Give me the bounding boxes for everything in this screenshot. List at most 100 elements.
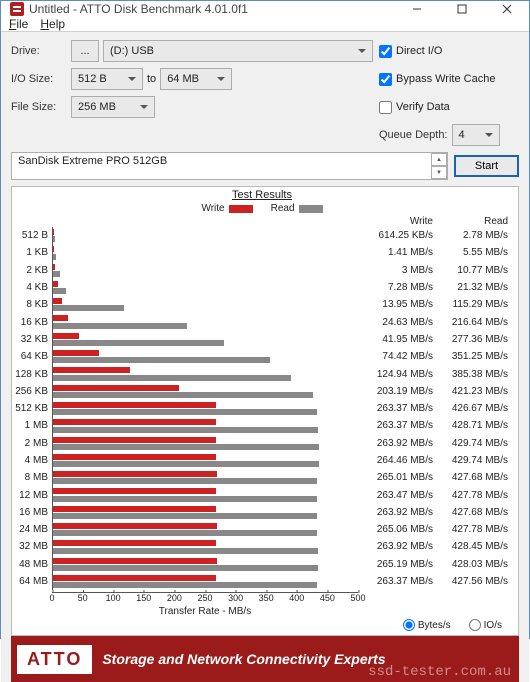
write-value: 7.28 MB/s — [362, 282, 437, 293]
app-icon — [9, 1, 25, 17]
row-bars — [52, 244, 362, 261]
write-value: 263.37 MB/s — [362, 403, 437, 414]
read-value: 427.68 MB/s — [437, 507, 512, 518]
drive-label: Drive: — [11, 45, 65, 57]
filesize-select[interactable]: 256 MB — [71, 96, 155, 118]
read-bar — [53, 357, 270, 363]
row-label: 64 KB — [12, 351, 52, 362]
legend-read-swatch — [299, 205, 323, 213]
footer-banner: ATTO Storage and Network Connectivity Ex… — [11, 636, 519, 682]
write-value: 263.92 MB/s — [362, 507, 437, 518]
write-bar — [53, 315, 68, 321]
close-icon — [502, 4, 512, 14]
read-bar — [53, 513, 317, 519]
read-bar — [53, 582, 317, 588]
write-value: 24.63 MB/s — [362, 317, 437, 328]
read-bar — [53, 409, 317, 415]
axis-tick: 500 — [350, 593, 365, 603]
drive-browse-button[interactable]: ... — [71, 40, 99, 62]
menu-bar: File Help — [1, 17, 529, 31]
write-value: 263.92 MB/s — [362, 438, 437, 449]
verify-data-checkbox[interactable]: Verify Data — [379, 101, 519, 114]
write-value: 263.47 MB/s — [362, 490, 437, 501]
iosize-min-select[interactable]: 512 B — [71, 68, 143, 90]
minimize-icon — [412, 4, 422, 14]
write-value: 13.95 MB/s — [362, 299, 437, 310]
direct-io-checkbox[interactable]: Direct I/O — [379, 45, 519, 58]
result-row: 512 B614.25 KB/s2.78 MB/s — [12, 227, 512, 244]
axis-tick: 300 — [228, 593, 243, 603]
units-selector: Bytes/s IO/s — [12, 617, 512, 633]
filesize-label: File Size: — [11, 101, 65, 113]
row-bars — [52, 452, 362, 469]
write-bar — [53, 367, 130, 373]
write-bar — [53, 419, 216, 425]
row-label: 4 KB — [12, 282, 52, 293]
result-row: 48 MB265.19 MB/s428.03 MB/s — [12, 556, 512, 573]
write-bar — [53, 402, 216, 408]
bypass-cache-checkbox[interactable]: Bypass Write Cache — [379, 73, 519, 86]
row-label: 16 KB — [12, 317, 52, 328]
minimize-button[interactable] — [394, 1, 439, 17]
menu-file[interactable]: File — [9, 17, 28, 31]
read-value: 351.25 MB/s — [437, 351, 512, 362]
write-bar — [53, 298, 62, 304]
read-bar — [53, 461, 319, 467]
write-bar — [53, 454, 216, 460]
read-value: 427.56 MB/s — [437, 576, 512, 587]
iosize-max-select[interactable]: 64 MB — [160, 68, 232, 90]
menu-help[interactable]: Help — [40, 17, 65, 31]
read-value: 10.77 MB/s — [437, 265, 512, 276]
start-button[interactable]: Start — [454, 155, 519, 177]
read-value: 427.68 MB/s — [437, 472, 512, 483]
result-row: 2 MB263.92 MB/s429.74 MB/s — [12, 435, 512, 452]
result-row: 64 KB 74.42 MB/s351.25 MB/s — [12, 348, 512, 365]
read-bar — [53, 444, 319, 450]
read-value: 5.55 MB/s — [437, 247, 512, 258]
result-row: 512 KB263.37 MB/s426.67 MB/s — [12, 400, 512, 417]
units-ios-radio[interactable]: IO/s — [469, 619, 502, 631]
write-bar — [53, 385, 179, 391]
row-label: 24 MB — [12, 524, 52, 535]
row-bars — [52, 538, 362, 555]
write-bar — [53, 350, 99, 356]
legend-write-swatch — [229, 205, 253, 213]
read-bar — [53, 288, 66, 294]
write-bar — [53, 281, 58, 287]
read-bar — [53, 496, 317, 502]
write-bar — [53, 246, 54, 252]
read-bar — [53, 548, 318, 554]
close-button[interactable] — [484, 1, 529, 17]
header-read: Read — [433, 216, 508, 227]
result-row: 256 KB203.19 MB/s421.23 MB/s — [12, 383, 512, 400]
axis-tick: 400 — [289, 593, 304, 603]
row-label: 4 MB — [12, 455, 52, 466]
row-bars — [52, 262, 362, 279]
row-bars — [52, 486, 362, 503]
read-value: 385.38 MB/s — [437, 369, 512, 380]
maximize-button[interactable] — [439, 1, 484, 17]
result-row: 4 KB7.28 MB/s21.32 MB/s — [12, 279, 512, 296]
x-axis: 050100150200250300350400450500 — [52, 592, 358, 606]
row-label: 1 KB — [12, 247, 52, 258]
description-spinner[interactable]: ▲▼ — [431, 153, 447, 179]
axis-tick: 50 — [78, 593, 88, 603]
description-input[interactable]: SanDisk Extreme PRO 512GB ▲▼ — [11, 152, 448, 180]
brand-badge: ATTO — [17, 645, 92, 674]
read-value: 216.64 MB/s — [437, 317, 512, 328]
result-row: 24 MB265.06 MB/s427.78 MB/s — [12, 521, 512, 538]
row-label: 2 MB — [12, 438, 52, 449]
write-bar — [53, 506, 216, 512]
axis-tick: 350 — [259, 593, 274, 603]
write-value: 265.01 MB/s — [362, 472, 437, 483]
row-bars — [52, 331, 362, 348]
drive-select[interactable]: (D:) USB — [103, 40, 373, 62]
read-value: 428.71 MB/s — [437, 420, 512, 431]
row-bars — [52, 417, 362, 434]
units-bytes-radio[interactable]: Bytes/s — [403, 619, 451, 631]
write-value: 74.42 MB/s — [362, 351, 437, 362]
queue-depth-select[interactable]: 4 — [452, 124, 500, 146]
axis-tick: 0 — [49, 593, 54, 603]
write-value: 1.41 MB/s — [362, 247, 437, 258]
row-label: 1 MB — [12, 420, 52, 431]
